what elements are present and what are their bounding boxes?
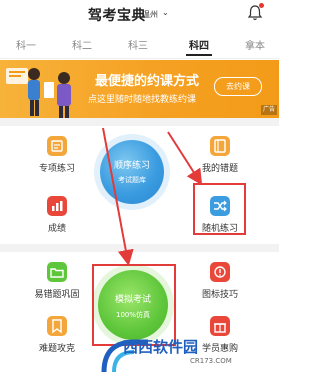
tab-ke2[interactable]: 科二 xyxy=(62,37,102,52)
watermark-url: CR173.COM xyxy=(190,357,232,365)
tab-ke1[interactable]: 科一 xyxy=(6,37,46,52)
ad-tag: 广告 xyxy=(261,105,277,115)
hard-questions-item[interactable]: 难题攻克 xyxy=(27,316,87,354)
app-title: 驾考宝典 xyxy=(88,8,146,24)
folder-icon xyxy=(47,262,67,282)
section-divider-2 xyxy=(0,244,279,252)
sequential-practice-title: 顺序练习 xyxy=(113,161,150,171)
active-tab-indicator xyxy=(186,54,212,56)
banner-title: 最便捷的约课方式 xyxy=(95,74,200,89)
section-divider xyxy=(0,118,279,126)
traffic-sign-icon xyxy=(210,262,230,282)
error-prone-item[interactable]: 易错题巩固 xyxy=(27,262,87,300)
book-lesson-button[interactable]: 去约课 xyxy=(214,77,262,96)
special-practice-item[interactable]: 专项练习 xyxy=(27,136,87,174)
book-icon xyxy=(210,136,230,156)
tab-ke4[interactable]: 科四 xyxy=(179,37,219,52)
my-mistakes-item[interactable]: 我的错题 xyxy=(190,136,250,174)
banner-subtitle: 点这里随时随地找教练约课 xyxy=(88,95,197,105)
notification-dot xyxy=(259,3,264,8)
hard-questions-label: 难题攻克 xyxy=(38,344,75,354)
sign-tips-item[interactable]: 图标技巧 xyxy=(190,262,250,300)
bar-chart-icon xyxy=(47,196,67,216)
subject-tabs: 科一 科二 科三 科四 拿本 xyxy=(0,30,279,59)
sign-tips-label: 图标技巧 xyxy=(201,290,238,300)
scores-label: 成绩 xyxy=(47,224,66,234)
gift-icon xyxy=(210,316,230,336)
special-practice-label: 专项练习 xyxy=(38,164,75,174)
chevron-down-icon[interactable]: ⌄ xyxy=(162,8,169,17)
list-icon xyxy=(47,136,67,156)
error-prone-label: 易错题巩固 xyxy=(34,290,80,300)
tab-ke3[interactable]: 科三 xyxy=(118,37,158,52)
promo-banner[interactable]: 最便捷的约课方式 点这里随时随地找教练约课 去约课 广告 xyxy=(0,60,279,118)
bookmark-icon xyxy=(47,316,67,336)
sequential-practice-button[interactable] xyxy=(100,140,164,204)
instructor-illustration xyxy=(6,68,71,118)
scores-item[interactable]: 成绩 xyxy=(27,196,87,234)
highlight-box-random xyxy=(193,183,246,235)
top-bar: 驾考宝典 温州 ⌄ xyxy=(0,0,279,30)
sequential-practice-sub: 考试题库 xyxy=(118,176,146,184)
my-mistakes-label: 我的错题 xyxy=(201,164,238,174)
city-selector[interactable]: 温州 xyxy=(142,9,158,20)
tab-nabenn[interactable]: 拿本 xyxy=(235,37,275,52)
watermark-brand: 西西软件园 xyxy=(123,338,199,356)
